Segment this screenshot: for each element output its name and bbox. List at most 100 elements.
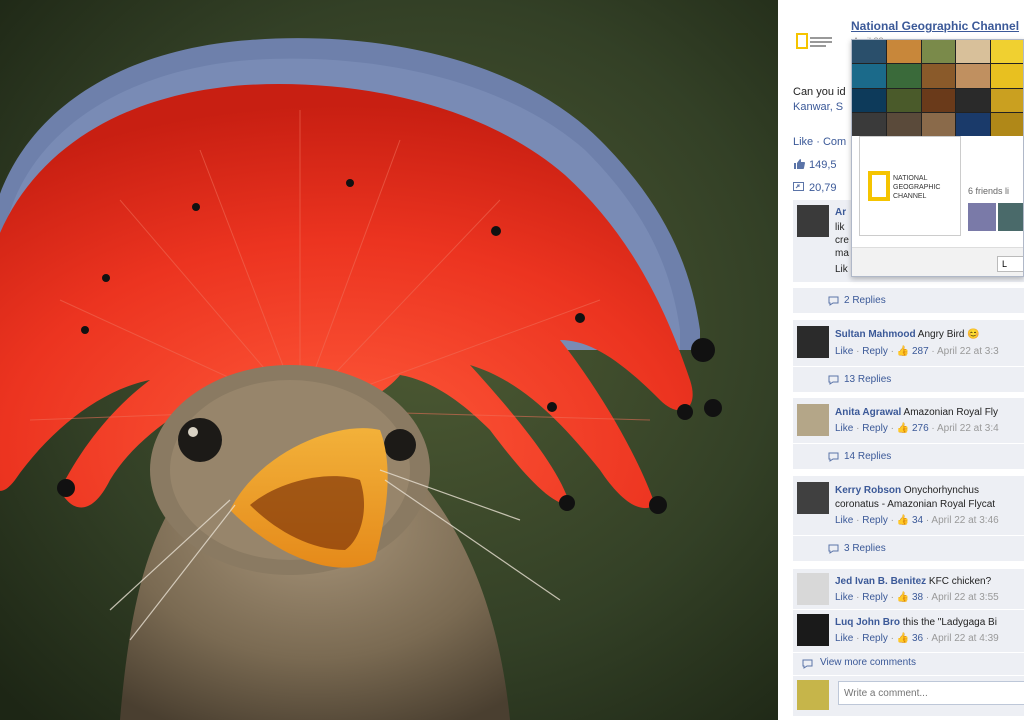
page-hovercard[interactable]: NATIONAL GEOGRAPHIC CHANNEL National TV … — [851, 39, 1024, 277]
hovercard-cover-photos — [852, 40, 1023, 136]
reply-link[interactable]: Reply — [862, 346, 888, 357]
comment-6: Luq John Bro this the "Ladygaga Bi Like … — [793, 610, 1024, 652]
comment-line[interactable]: Lik — [835, 263, 848, 276]
reply-link[interactable]: Reply — [862, 423, 888, 434]
comment-author[interactable]: Kerry Robson — [835, 485, 901, 496]
replies-count: 14 Replies — [844, 451, 892, 462]
comment-author[interactable]: Sultan Mahmood — [835, 329, 916, 340]
comment-likes: 276 — [911, 423, 929, 434]
hovercard-footer: L — [852, 247, 1023, 276]
comment-date[interactable]: April 22 at 3:55 — [931, 592, 998, 603]
replies-count: 2 Replies — [844, 295, 886, 306]
page-name-link[interactable]: National Geographic Channel — [851, 19, 1019, 33]
hovercard-logo[interactable]: NATIONAL GEOGRAPHIC CHANNEL — [859, 136, 961, 236]
comment-likes: 38 — [911, 592, 924, 603]
avatar — [797, 680, 829, 710]
view-more-comments[interactable]: View more comments — [793, 653, 1024, 675]
comment-line: cre — [835, 235, 849, 246]
avatar[interactable] — [797, 482, 829, 514]
comment-like-count[interactable]: 👍 287 — [897, 346, 929, 357]
replies-toggle[interactable]: 3 Replies — [793, 535, 1024, 561]
comment-line: ma — [835, 248, 849, 259]
like-link[interactable]: Like — [835, 515, 853, 526]
royal-flycatcher-photo — [0, 0, 778, 720]
replies-toggle[interactable]: 14 Replies — [793, 443, 1024, 469]
avatar[interactable] — [797, 573, 829, 605]
avatar[interactable] — [998, 203, 1023, 231]
hovercard-category: TV Channe — [968, 160, 1019, 171]
comment-4: Kerry Robson Onychorhynchus coronatus - … — [793, 476, 1024, 535]
post-text: Can you id — [793, 86, 846, 98]
comment-like-count[interactable]: 👍 36 — [897, 633, 923, 644]
comment-text: Angry Bird 😊 — [917, 329, 980, 340]
comment-text: this the "Ladygaga Bi — [902, 617, 997, 628]
comment-2: Sultan Mahmood Angry Bird 😊 Like · Reply… — [793, 320, 1024, 366]
hovercard-friends-like[interactable]: 6 friends li — [968, 186, 1009, 196]
natgeo-logo-icon — [796, 33, 832, 49]
comment-author[interactable]: Ar — [835, 207, 846, 218]
likes-count-row[interactable]: 149,5 — [793, 158, 837, 171]
likes-count: 149,5 — [809, 159, 837, 171]
comment-like-count[interactable]: 👍 34 — [897, 515, 923, 526]
comment-text: Onychorhynchus — [903, 485, 979, 496]
comment-like-count[interactable]: 👍 38 — [897, 592, 923, 603]
hovercard-like-button[interactable]: L — [997, 256, 1023, 272]
avatar[interactable] — [797, 614, 829, 646]
shares-count: 20,79 — [809, 182, 837, 194]
comment-text: KFC chicken? — [928, 576, 992, 587]
comment-bubble-icon — [802, 659, 813, 669]
comment-text-continued: coronatus - Amazonian Royal Flycat — [835, 499, 996, 510]
svg-text:NATIONAL: NATIONAL — [893, 175, 928, 182]
comment-5: Jed Ivan B. Benitez KFC chicken? Like · … — [793, 569, 1024, 609]
avatar[interactable] — [797, 404, 829, 436]
reply-bubble-icon — [828, 296, 839, 306]
svg-text:GEOGRAPHIC: GEOGRAPHIC — [893, 184, 940, 191]
comment-input[interactable] — [838, 681, 1024, 705]
avatar[interactable] — [797, 205, 829, 237]
comments-panel: National Geographic Channel April 22 Can… — [778, 0, 1024, 720]
comment-composer — [793, 676, 1024, 716]
comment-author[interactable]: Anita Agrawal — [835, 407, 901, 418]
hovercard-page-name[interactable]: National — [968, 144, 1015, 158]
photo-stage[interactable] — [0, 0, 778, 720]
replies-toggle[interactable]: 13 Replies — [793, 366, 1024, 392]
avatar[interactable] — [968, 203, 996, 231]
comment-like-count[interactable]: 👍 276 — [897, 423, 929, 434]
comment-author[interactable]: Jed Ivan B. Benitez — [835, 576, 926, 587]
hovercard-friend-avatars — [968, 203, 1023, 231]
post-tags[interactable]: Kanwar, S — [793, 101, 843, 113]
replies-count: 13 Replies — [844, 374, 892, 385]
replies-count: 3 Replies — [844, 543, 886, 554]
reply-link[interactable]: Reply — [862, 592, 888, 603]
comment-3: Anita Agrawal Amazonian Royal Fly Like ·… — [793, 398, 1024, 443]
comment-date[interactable]: April 22 at 3:46 — [931, 515, 998, 526]
reply-bubble-icon — [828, 452, 839, 462]
reply-bubble-icon — [828, 375, 839, 385]
facebook-photo-viewer: National Geographic Channel April 22 Can… — [0, 0, 1024, 720]
comment-date[interactable]: April 22 at 4:39 — [931, 633, 998, 644]
reply-link[interactable]: Reply — [862, 633, 888, 644]
like-link[interactable]: Like — [835, 423, 853, 434]
comment-date[interactable]: April 22 at 3:4 — [937, 423, 999, 434]
view-more-label: View more comments — [820, 657, 916, 668]
avatar[interactable] — [797, 326, 829, 358]
share-icon — [793, 182, 804, 191]
comment-text: Amazonian Royal Fly — [903, 407, 999, 418]
natgeo-logo-icon: NATIONAL GEOGRAPHIC CHANNEL — [868, 171, 940, 201]
like-link[interactable]: Like — [835, 346, 853, 357]
post-actions[interactable]: Like · Com — [793, 136, 846, 148]
comment-likes: 287 — [911, 346, 929, 357]
like-link[interactable]: Like — [835, 592, 853, 603]
comment-likes: 34 — [911, 515, 924, 526]
comment-author[interactable]: Luq John Bro — [835, 617, 900, 628]
like-link[interactable]: Like — [835, 633, 853, 644]
svg-text:CHANNEL: CHANNEL — [893, 193, 927, 200]
thumbs-up-icon — [794, 159, 805, 169]
comment-date[interactable]: April 22 at 3:3 — [937, 346, 999, 357]
reply-bubble-icon — [828, 544, 839, 554]
shares-count-row[interactable]: 20,79 — [793, 181, 837, 194]
replies-toggle[interactable]: 2 Replies — [793, 287, 1024, 313]
comment-likes: 36 — [911, 633, 924, 644]
comment-line: lik — [835, 222, 845, 233]
reply-link[interactable]: Reply — [862, 515, 888, 526]
